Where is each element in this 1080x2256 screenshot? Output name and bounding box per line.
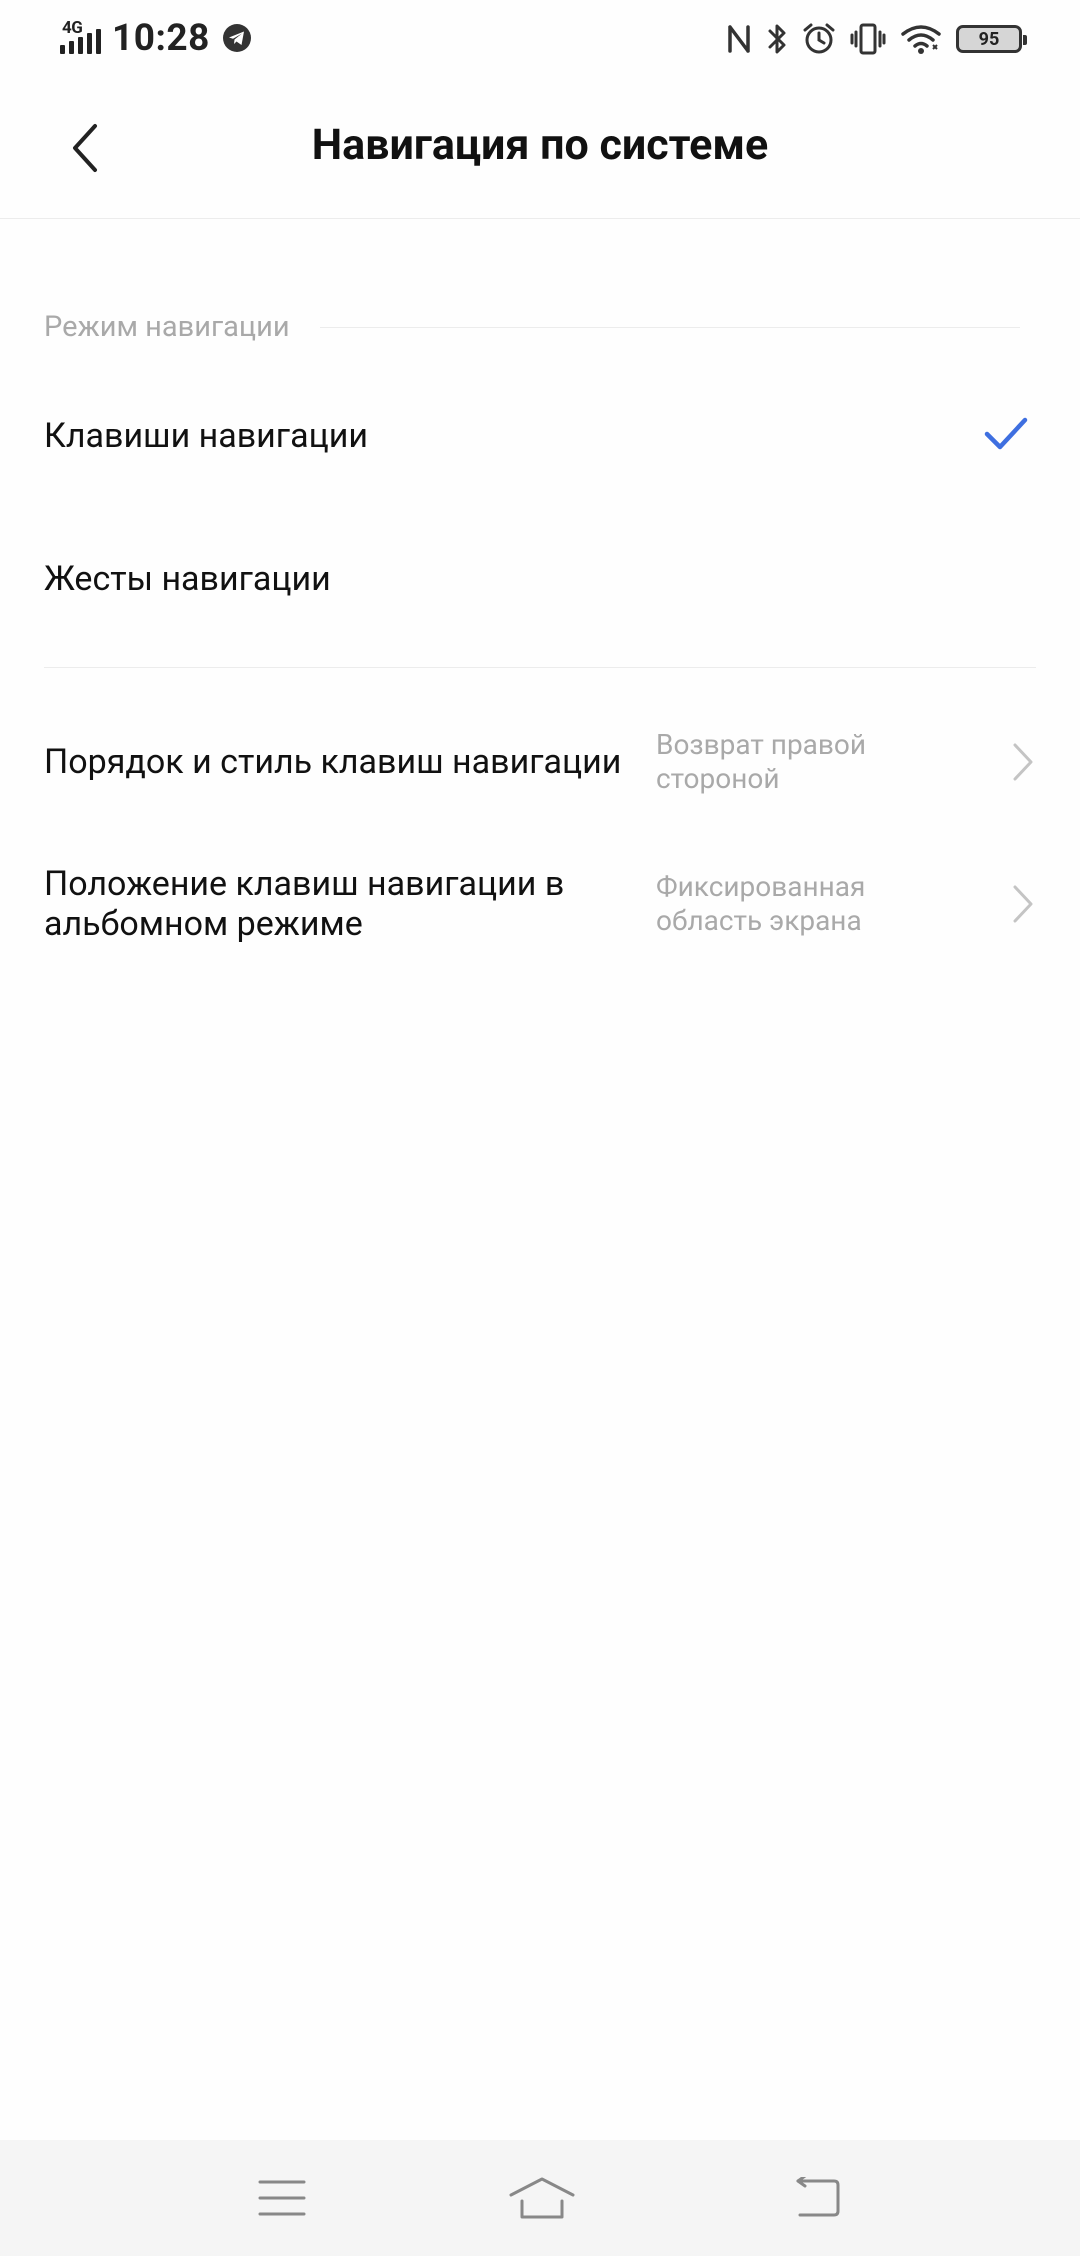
status-bar: 4G 10:28 95 — [0, 0, 1080, 76]
option-label: Жесты навигации — [44, 559, 331, 599]
battery-icon: 95 — [956, 25, 1027, 53]
option-navigation-keys[interactable]: Клавиши навигации — [0, 376, 1080, 496]
back-icon — [796, 2177, 840, 2217]
setting-value: Возврат правой стороной — [656, 728, 867, 795]
nfc-icon — [728, 25, 750, 53]
title-bar: Навигация по системе — [0, 76, 1080, 219]
setting-key-order-style[interactable]: Порядок и стиль клавиш навигации Возврат… — [0, 712, 1080, 812]
battery-level: 95 — [978, 28, 1000, 50]
chevron-right-icon — [1013, 885, 1033, 923]
setting-title: Порядок и стиль клавиш навигации — [44, 742, 622, 782]
chevron-right-icon — [1013, 743, 1033, 781]
option-label: Клавиши навигации — [44, 416, 368, 456]
setting-value: Фиксированная область экрана — [656, 870, 866, 937]
setting-title: Положение клавиш навигации в альбомном р… — [44, 864, 565, 944]
page-title: Навигация по системе — [311, 120, 769, 170]
signal-icon: 4G — [60, 18, 104, 58]
home-button[interactable] — [502, 2168, 582, 2228]
home-icon — [509, 2177, 575, 2219]
back-nav-button[interactable] — [778, 2168, 858, 2228]
section-title: Режим навигации — [44, 310, 290, 344]
setting-landscape-position[interactable]: Положение клавиш навигации в альбомном р… — [0, 856, 1080, 956]
status-left: 4G 10:28 — [60, 14, 252, 62]
option-navigation-gestures[interactable]: Жесты навигации — [0, 519, 1080, 639]
menu-button[interactable] — [242, 2168, 322, 2228]
bluetooth-icon — [768, 24, 786, 54]
section-rule — [319, 326, 1020, 328]
divider — [44, 667, 1036, 668]
wifi-icon — [901, 25, 941, 54]
vibrate-icon — [850, 23, 886, 55]
alarm-icon — [803, 23, 835, 54]
section-header: Режим навигации — [44, 304, 1020, 350]
checkmark-icon — [984, 417, 1028, 450]
system-nav-bar — [0, 2140, 1080, 2256]
status-time: 10:28 — [112, 16, 210, 60]
telegram-icon — [222, 24, 251, 52]
screen: 4G 10:28 95 Навигация по системе Режим н… — [0, 0, 1080, 2256]
menu-icon — [258, 2180, 306, 2216]
status-right: 95 — [726, 18, 1027, 60]
